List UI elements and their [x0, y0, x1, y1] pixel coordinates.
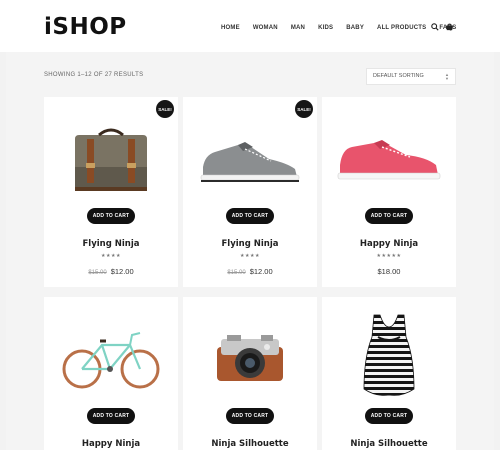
- sort-select[interactable]: DEFAULT SORTING ▲ ▼: [366, 68, 456, 85]
- product-price: $15.00 $12.00: [183, 267, 317, 276]
- product-name[interactable]: Flying Ninja: [44, 239, 178, 249]
- product-name[interactable]: Happy Ninja: [44, 439, 178, 449]
- product-image[interactable]: [183, 297, 317, 402]
- nav-home[interactable]: HOME: [221, 25, 240, 31]
- add-to-cart-button[interactable]: ADD TO CART: [365, 208, 413, 224]
- product-name[interactable]: Ninja Silhouette: [322, 439, 456, 449]
- sort-caret-icon: ▲ ▼: [445, 71, 449, 81]
- add-to-cart-button[interactable]: ADD TO CART: [87, 408, 135, 424]
- product-name[interactable]: Ninja Silhouette: [183, 439, 317, 449]
- product-name[interactable]: Happy Ninja: [322, 239, 456, 249]
- nav-woman[interactable]: WOMAN: [253, 25, 278, 31]
- site-logo[interactable]: iSHOP: [44, 14, 127, 40]
- old-price: $15.00: [88, 270, 107, 276]
- cart-icon[interactable]: [444, 22, 454, 32]
- product-image[interactable]: [322, 297, 456, 412]
- old-price: $15.00: [227, 270, 246, 276]
- site-header: iSHOP HOME WOMAN MAN KIDS BABY ALL PRODU…: [0, 0, 500, 52]
- product-card[interactable]: ADD TO CART Ninja Silhouette: [183, 297, 317, 450]
- rating-stars: ★★★★: [240, 253, 260, 259]
- results-count: SHOWING 1–12 OF 27 RESULTS: [44, 72, 144, 78]
- product-image[interactable]: [44, 297, 178, 402]
- rating-stars: ★★★★: [101, 253, 121, 259]
- product-card[interactable]: SALE! ADD TO CART Flying Ninja ★★★★ $15.…: [183, 97, 317, 287]
- sale-badge: SALE!: [156, 100, 174, 118]
- product-image[interactable]: [322, 97, 456, 202]
- add-to-cart-button[interactable]: ADD TO CART: [226, 408, 274, 424]
- current-price: $12.00: [249, 267, 273, 276]
- rating-stars: ★★★★★: [376, 253, 402, 259]
- product-card[interactable]: ADD TO CART Ninja Silhouette: [322, 297, 456, 450]
- nav-man[interactable]: MAN: [291, 25, 305, 31]
- add-to-cart-button[interactable]: ADD TO CART: [365, 408, 413, 424]
- product-price: $18.00: [322, 267, 456, 276]
- sale-badge: SALE!: [295, 100, 313, 118]
- product-price: $15.00 $12.00: [44, 267, 178, 276]
- product-card[interactable]: SALE! ADD TO CART Flying Ninja ★★★★ $15.…: [44, 97, 178, 287]
- product-name[interactable]: Flying Ninja: [183, 239, 317, 249]
- add-to-cart-button[interactable]: ADD TO CART: [226, 208, 274, 224]
- current-price: $12.00: [110, 267, 134, 276]
- nav-all-products[interactable]: ALL PRODUCTS: [377, 25, 426, 31]
- product-card[interactable]: ADD TO CART Happy Ninja ★★★★★ $18.00: [322, 97, 456, 287]
- add-to-cart-button[interactable]: ADD TO CART: [87, 208, 135, 224]
- nav-baby[interactable]: BABY: [346, 25, 364, 31]
- search-icon[interactable]: [430, 22, 440, 32]
- main-nav: HOME WOMAN MAN KIDS BABY ALL PRODUCTS FA…: [221, 25, 456, 31]
- product-card[interactable]: ADD TO CART Happy Ninja: [44, 297, 178, 450]
- sort-value: DEFAULT SORTING: [373, 73, 424, 79]
- current-price: $18.00: [377, 267, 401, 276]
- nav-kids[interactable]: KIDS: [318, 25, 333, 31]
